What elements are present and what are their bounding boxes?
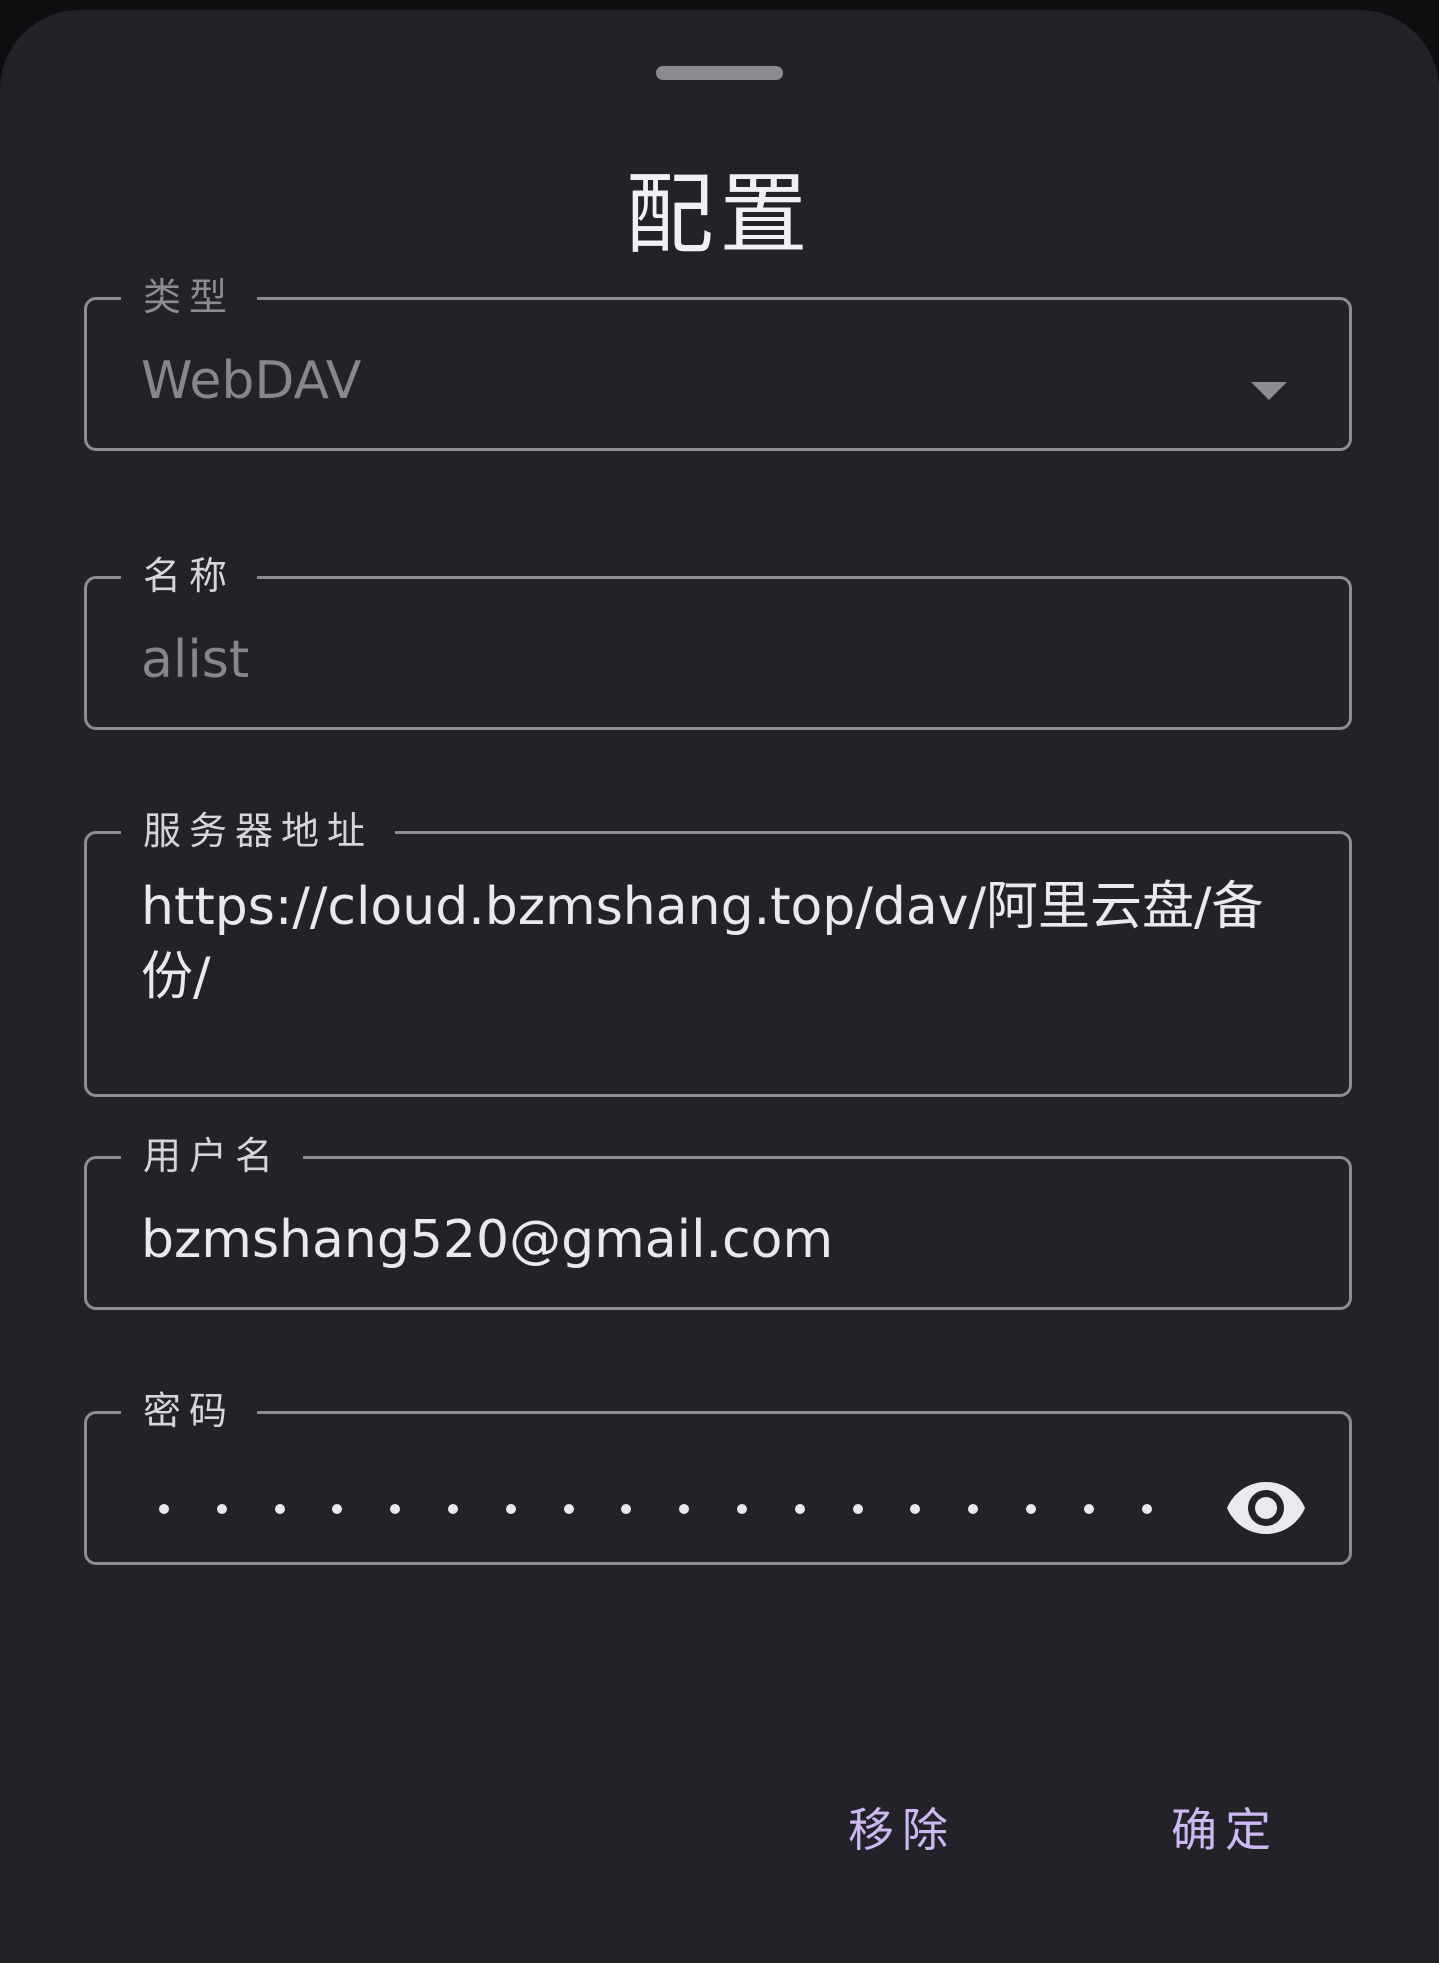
server-address-field[interactable]: 服务器地址 https://cloud.bzmshang.top/dav/阿里云…: [84, 806, 1352, 1097]
password-dot: [563, 1504, 574, 1514]
password-dot: [274, 1504, 285, 1514]
password-dot: [505, 1504, 516, 1514]
username-field[interactable]: 用户名 bzmshang520@gmail.com: [84, 1131, 1352, 1310]
password-dot: [852, 1504, 863, 1514]
password-masked-value: [159, 1504, 1199, 1514]
password-dot: [1141, 1504, 1152, 1514]
confirm-button[interactable]: 确定: [1171, 1800, 1279, 1860]
type-label: 类型: [121, 272, 258, 322]
password-dot: [794, 1504, 805, 1514]
password-dot: [216, 1504, 227, 1514]
password-field[interactable]: 密码: [84, 1386, 1352, 1565]
type-dropdown[interactable]: 类型 WebDAV: [84, 272, 1352, 451]
password-dot: [968, 1504, 979, 1514]
username-label: 用户名: [121, 1131, 304, 1181]
remove-button[interactable]: 移除: [848, 1800, 956, 1860]
password-dot: [159, 1504, 169, 1514]
eye-icon[interactable]: [1225, 1478, 1307, 1538]
password-dot: [910, 1504, 921, 1514]
password-dot: [1083, 1504, 1094, 1514]
dialog-title: 配置: [625, 163, 814, 266]
password-dot: [332, 1504, 343, 1514]
password-dot: [447, 1504, 458, 1514]
type-value: WebDAV: [141, 351, 362, 411]
chevron-down-icon[interactable]: [1251, 382, 1287, 400]
password-dot: [736, 1504, 747, 1514]
name-label: 名称: [121, 551, 258, 601]
name-field[interactable]: 名称 alist: [84, 551, 1352, 730]
password-dot: [1025, 1504, 1036, 1514]
password-dot: [390, 1504, 401, 1514]
server-address-value: https://cloud.bzmshang.top/dav/阿里云盘/备份/: [141, 877, 1264, 1007]
server-address-label: 服务器地址: [121, 806, 396, 856]
password-dot: [679, 1504, 690, 1514]
password-label: 密码: [121, 1386, 258, 1436]
drag-handle[interactable]: [656, 66, 783, 80]
username-value: bzmshang520@gmail.com: [141, 1210, 834, 1270]
config-bottom-sheet: 配置 类型 WebDAV 名称 alist 服务器地址 https://clou…: [0, 10, 1439, 1963]
password-dot: [621, 1504, 632, 1514]
name-placeholder: alist: [141, 630, 250, 690]
